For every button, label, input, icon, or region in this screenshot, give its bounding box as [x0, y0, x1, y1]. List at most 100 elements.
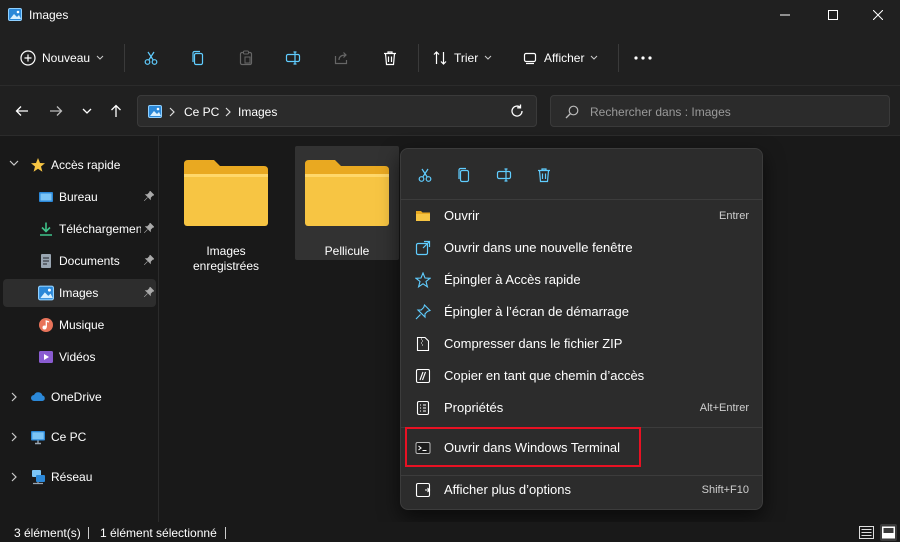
sort-button[interactable]: Trier [432, 44, 492, 72]
arrow-up-icon [110, 104, 122, 118]
chevron-right-icon[interactable] [11, 392, 17, 402]
chevron-down-icon [590, 55, 598, 61]
menu-item-label: Compresser dans le fichier ZIP [444, 336, 623, 351]
sidebar-item-quick-access[interactable]: Accès rapide [3, 151, 156, 179]
context-menu: Ouvrir Entrer Ouvrir dans une nouvelle f… [400, 148, 763, 510]
view-button[interactable]: Afficher [522, 44, 598, 72]
menu-item-more-options[interactable]: Afficher plus d’options Shift+F10 [405, 475, 758, 505]
chevron-right-icon[interactable] [11, 472, 17, 482]
menu-item-label: Ouvrir [444, 208, 480, 223]
share-button[interactable] [327, 44, 355, 72]
copy-path-icon [415, 368, 431, 384]
folder-open-icon [415, 208, 431, 224]
chevron-right-icon [169, 105, 175, 117]
menu-item-open[interactable]: Ouvrir Entrer [405, 201, 758, 231]
download-icon [38, 221, 54, 237]
delete-icon [382, 50, 398, 66]
details-view-icon [858, 524, 875, 541]
images-icon [38, 285, 54, 301]
menu-item-label: Copier en tant que chemin d’accès [444, 368, 645, 383]
share-icon [333, 50, 349, 66]
up-button[interactable] [104, 99, 128, 123]
status-divider [225, 527, 226, 539]
menu-item-copy-path[interactable]: Copier en tant que chemin d’accès [405, 361, 758, 391]
folder-item[interactable]: Images enregistrées [174, 146, 278, 273]
back-button[interactable] [10, 99, 34, 123]
folder-label: Images enregistrées [192, 244, 260, 273]
chevron-down-icon[interactable] [9, 160, 19, 166]
pin-icon [144, 287, 154, 297]
details-view-button[interactable] [858, 524, 875, 541]
window-title: Images [29, 8, 69, 22]
sidebar-item-music[interactable]: Musique [3, 311, 156, 339]
sidebar-item-this-pc[interactable]: Ce PC [3, 423, 156, 451]
minimize-button[interactable] [762, 0, 808, 30]
menu-item-pin-start[interactable]: Épingler à l’écran de démarrage [405, 297, 758, 327]
new-button[interactable]: Nouveau [20, 44, 104, 72]
sidebar-item-network[interactable]: Réseau [3, 463, 156, 491]
search-box[interactable]: Rechercher dans : Images [550, 95, 890, 127]
recent-locations-button[interactable] [75, 99, 99, 123]
navigation-bar: Ce PC Images Rechercher dans : Images [0, 86, 900, 136]
sidebar-item-downloads[interactable]: Téléchargements [3, 215, 156, 243]
sidebar-item-onedrive[interactable]: OneDrive [3, 383, 156, 411]
videos-icon [38, 349, 54, 365]
copy-button[interactable] [184, 44, 212, 72]
delete-icon [536, 167, 552, 183]
toolbar-divider [618, 44, 619, 72]
shortcut-label: Shift+F10 [701, 484, 749, 496]
star-icon [30, 157, 46, 173]
computer-icon [30, 429, 46, 445]
breadcrumb-this-pc[interactable]: Ce PC [184, 105, 219, 119]
shortcut-label: Entrer [719, 210, 749, 222]
status-bar: 3 élément(s) 1 élément sélectionné [0, 522, 900, 542]
rename-button[interactable] [279, 44, 307, 72]
sidebar-item-label: Documents [59, 254, 120, 268]
refresh-icon[interactable] [509, 103, 527, 121]
more-options-button[interactable] [629, 44, 657, 72]
search-input[interactable]: Rechercher dans : Images [590, 105, 731, 119]
sidebar-item-label: Réseau [51, 470, 93, 484]
large-icons-view-button[interactable] [880, 524, 897, 541]
folder-item-selected[interactable]: Pellicule [295, 146, 399, 260]
sidebar-item-desktop[interactable]: Bureau [3, 183, 156, 211]
menu-item-compress-zip[interactable]: Compresser dans le fichier ZIP [405, 329, 758, 359]
context-rename-button[interactable] [490, 161, 518, 189]
arrow-right-icon [49, 105, 63, 117]
sidebar-item-label: OneDrive [51, 390, 102, 404]
navigation-pane: Accès rapide Bureau Téléchargements Docu… [0, 136, 159, 522]
chevron-down-icon [96, 55, 104, 61]
search-icon [565, 105, 579, 119]
context-copy-button[interactable] [450, 161, 478, 189]
context-delete-button[interactable] [530, 161, 558, 189]
new-label: Nouveau [42, 51, 91, 65]
address-bar[interactable]: Ce PC Images [137, 95, 537, 127]
star-icon [415, 272, 431, 288]
menu-item-properties[interactable]: Propriétés Alt+Entrer [405, 393, 758, 423]
chevron-right-icon[interactable] [11, 432, 17, 442]
sidebar-item-videos[interactable]: Vidéos [3, 343, 156, 371]
close-button[interactable] [855, 0, 900, 30]
zip-icon [415, 336, 431, 352]
cut-button[interactable] [137, 44, 165, 72]
maximize-button[interactable] [810, 0, 856, 30]
chevron-right-icon [225, 105, 231, 117]
menu-divider [401, 199, 762, 200]
context-cut-button[interactable] [411, 161, 439, 189]
menu-item-open-new-window[interactable]: Ouvrir dans une nouvelle fenêtre [405, 233, 758, 263]
toolbar-divider [418, 44, 419, 72]
menu-item-label: Propriétés [444, 400, 504, 415]
sidebar-item-documents[interactable]: Documents [3, 247, 156, 275]
forward-button[interactable] [44, 99, 68, 123]
selection-count: 1 élément sélectionné [100, 526, 217, 540]
paste-button[interactable] [232, 44, 260, 72]
sidebar-item-label: Bureau [59, 190, 98, 204]
desktop-icon [38, 189, 54, 205]
menu-item-label: Ouvrir dans une nouvelle fenêtre [444, 240, 633, 255]
menu-item-pin-quick-access[interactable]: Épingler à Accès rapide [405, 265, 758, 295]
rename-icon [285, 50, 301, 66]
breadcrumb-images[interactable]: Images [238, 105, 277, 119]
copy-icon [190, 50, 206, 66]
sidebar-item-images[interactable]: Images [3, 279, 156, 307]
delete-button[interactable] [376, 44, 404, 72]
